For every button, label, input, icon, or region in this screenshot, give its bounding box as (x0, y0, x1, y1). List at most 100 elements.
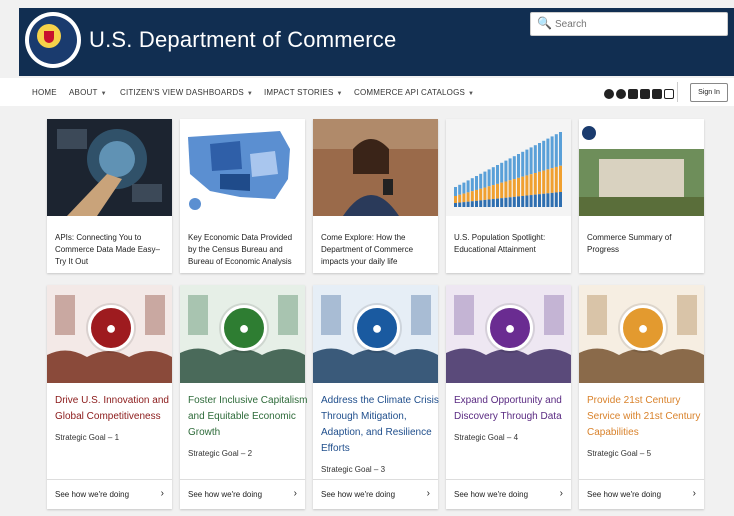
feature-caption[interactable]: Key Economic Data Provided by the Census… (188, 232, 300, 268)
linkedin-icon[interactable] (652, 89, 662, 99)
goal-title[interactable]: Address the Climate Crisis Through Mitig… (321, 393, 441, 457)
thumbnail-bar (487, 199, 491, 207)
goal-card-4[interactable]: ● Expand Opportunity and Discovery Throu… (446, 285, 571, 509)
thumbnail-bar (525, 195, 529, 207)
thumbnail-bar (554, 192, 558, 207)
chevron-right-icon[interactable]: › (427, 488, 430, 499)
thumbnail-bar (521, 195, 525, 207)
feature-card-population-spotlight[interactable]: U.S. Population Spotlight: Educational A… (446, 119, 571, 273)
thumbnail-bar (542, 170, 546, 194)
thumbnail-bar (533, 173, 537, 195)
thumbnail-bar (517, 177, 520, 197)
goal-title[interactable]: Foster Inclusive Capitalism and Equitabl… (188, 393, 308, 441)
goal-title[interactable]: Provide 21st Century Service with 21st C… (587, 393, 707, 441)
thumbnail-bar (512, 179, 516, 197)
thumbnail-bar (508, 158, 512, 181)
feature-caption[interactable]: Come Explore: How the Department of Comm… (321, 232, 433, 268)
thumbnail-bar (475, 189, 478, 201)
thumbnail-bar (550, 192, 554, 207)
see-how-link[interactable]: See how we're doing (321, 490, 395, 499)
thumbnail-bar (479, 173, 483, 189)
thumbnail-bar (533, 145, 537, 174)
goal-card-1[interactable]: ● Drive U.S. Innovation and Global Compe… (47, 285, 172, 509)
site-title[interactable]: U.S. Department of Commerce (89, 27, 396, 53)
thumbnail-bar (458, 202, 462, 207)
thumbnail-bar (483, 187, 487, 200)
commerce-seal-logo[interactable] (25, 12, 81, 68)
nav-home[interactable]: HOME (32, 88, 57, 97)
feature-image-bar-chart (446, 119, 571, 216)
thumbnail-bar (517, 154, 520, 178)
thumbnail-bar (542, 140, 546, 171)
chevron-down-icon: ▼ (468, 91, 475, 97)
search-input[interactable] (553, 15, 725, 33)
monitor-chart-icon: ● (487, 305, 533, 351)
feature-card-come-explore[interactable]: Come Explore: How the Department of Comm… (313, 119, 438, 273)
thumbnail-bar (479, 188, 483, 201)
thumbnail-bar (462, 193, 466, 203)
social-links (604, 86, 676, 99)
feature-card-key-economic-data[interactable]: Key Economic Data Provided by the Census… (180, 119, 305, 273)
globe-icon: ● (354, 305, 400, 351)
feature-caption[interactable]: APIs: Connecting You to Commerce Data Ma… (55, 232, 165, 268)
thumbnail-bar (487, 169, 491, 187)
thumbnail-bar (508, 197, 512, 207)
youtube-icon[interactable] (640, 89, 650, 99)
feature-caption[interactable]: Commerce Summary of Progress (587, 232, 699, 256)
chevron-down-icon: ▼ (336, 91, 343, 97)
chevron-right-icon[interactable]: › (161, 488, 164, 499)
thumbnail-bar (500, 198, 504, 207)
nav-divider (677, 82, 678, 102)
thumbnail-bar (470, 178, 474, 192)
thumbnail-bar (546, 193, 550, 207)
search-box[interactable]: 🔍 (530, 12, 728, 36)
twitter-icon[interactable] (628, 89, 638, 99)
thumbnail-bar (496, 165, 499, 184)
see-how-link[interactable]: See how we're doing (454, 490, 528, 499)
goal-card-5[interactable]: ● Provide 21st Century Service with 21st… (579, 285, 704, 509)
nav-commerce-api-catalogs[interactable]: COMMERCE API CATALOGS ▼ (354, 88, 474, 97)
chevron-right-icon[interactable]: › (294, 488, 297, 499)
thumbnail-bar (466, 201, 470, 207)
search-icon[interactable]: 🔍 (537, 16, 552, 30)
goal-card-3[interactable]: ● Address the Climate Crisis Through Mit… (313, 285, 441, 509)
flickr-icon[interactable] (616, 89, 626, 99)
feature-image-building (579, 119, 704, 216)
feature-caption[interactable]: U.S. Population Spotlight: Educational A… (454, 232, 566, 256)
feature-card-apis[interactable]: APIs: Connecting You to Commerce Data Ma… (47, 119, 172, 273)
sign-in-button[interactable]: Sign In (690, 83, 728, 102)
thumbnail-bar (517, 196, 520, 207)
nav-about[interactable]: ABOUT ▼ (69, 88, 107, 97)
thumbnail-bar (496, 198, 499, 207)
see-how-link[interactable]: See how we're doing (188, 490, 262, 499)
goal-card-2[interactable]: ● Foster Inclusive Capitalism and Equita… (180, 285, 308, 509)
thumbnail-bar (525, 149, 529, 176)
thumbnail-bar (504, 160, 508, 182)
chevron-right-icon[interactable]: › (693, 488, 696, 499)
thumbnail-bar (559, 132, 562, 166)
thumbnail-bar (512, 156, 516, 180)
thumbnail-bar (546, 169, 550, 194)
card-divider (446, 479, 571, 480)
chevron-down-icon: ▼ (246, 91, 254, 97)
chevron-right-icon[interactable]: › (560, 488, 563, 499)
instagram-icon[interactable] (664, 89, 674, 99)
people-icon: ● (221, 305, 267, 351)
thumbnail-bar (538, 194, 541, 207)
see-how-link[interactable]: See how we're doing (55, 490, 129, 499)
thumbnail-bar (470, 191, 474, 202)
nav-citizens-view-dashboards[interactable]: CITIZEN'S VIEW DASHBOARDS ▼ (120, 88, 253, 97)
see-how-link[interactable]: See how we're doing (587, 490, 661, 499)
chevron-down-icon: ▼ (100, 91, 107, 97)
nav-impact-stories[interactable]: IMPACT STORIES ▼ (264, 88, 343, 97)
feature-card-summary-of-progress[interactable]: Commerce Summary of Progress (579, 119, 704, 273)
goal-title[interactable]: Drive U.S. Innovation and Global Competi… (55, 393, 175, 425)
goal-title[interactable]: Expand Opportunity and Discovery Through… (454, 393, 574, 425)
thumbnail-bar (512, 196, 516, 207)
thumbnail-bar (538, 143, 541, 172)
thumbnail-bar (454, 187, 457, 196)
thumbnail-bar (521, 151, 525, 177)
github-icon[interactable] (604, 89, 614, 99)
thumbnail-bar (529, 147, 533, 175)
thumbnail-bar (538, 171, 541, 195)
